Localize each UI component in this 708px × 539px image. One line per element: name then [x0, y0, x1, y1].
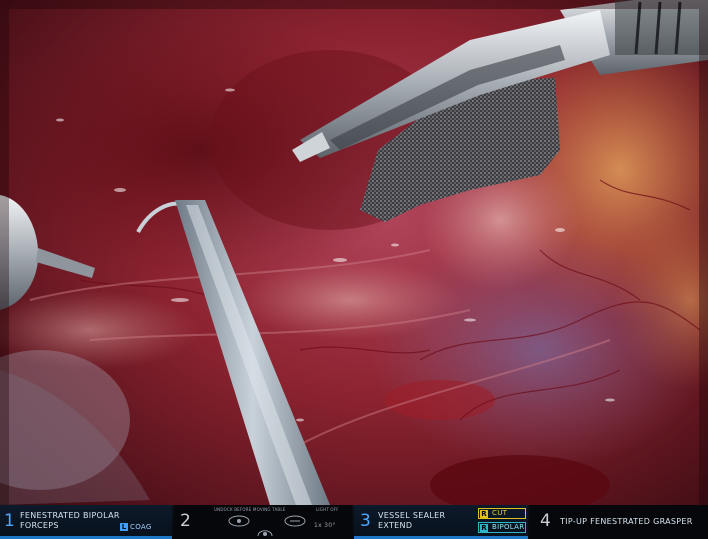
arm-4-instrument-label: TIP-UP FENESTRATED GRASPER: [560, 517, 693, 526]
surgical-scene: [0, 0, 708, 539]
instrument-status-bar: 1 FENESTRATED BIPOLAR FORCEPS L COAG 2 U…: [0, 505, 708, 539]
arm-3-instrument-line2: EXTEND: [378, 521, 413, 530]
arm-3-instrument-line1: VESSEL SEALER: [378, 511, 446, 520]
arm-1-number: 1: [4, 511, 15, 531]
arm-1-energy-key-icon: L: [120, 523, 128, 531]
camera-icon: [257, 530, 273, 537]
arm-3-bipolar-key-icon: R: [480, 524, 488, 532]
endoscope-view: 1 FENESTRATED BIPOLAR FORCEPS L COAG 2 U…: [0, 0, 708, 539]
arm-2-scope-angle: 1x 30°: [314, 522, 336, 529]
scope-orientation-icon: [228, 515, 250, 527]
arm-3-cut-mode: R CUT: [478, 508, 526, 519]
arm-4-slot[interactable]: 4 TIP-UP FENESTRATED GRASPER: [530, 505, 708, 539]
arm-1-instrument-line2: FORCEPS: [20, 521, 59, 530]
arm-2-slot[interactable]: 2 UNDOCK BEFORE MOVING TABLE LIGHT OFF 1…: [174, 505, 352, 539]
arm-3-cut-label: CUT: [492, 509, 508, 517]
scope-angle-icon: [284, 515, 306, 527]
arm-3-bipolar-mode: R BIPOLAR: [478, 522, 526, 533]
arm-2-light-note: LIGHT OFF: [316, 507, 339, 512]
arm-1-energy-mode: COAG: [130, 523, 152, 531]
arm-3-cut-key-icon: R: [480, 510, 488, 518]
arm-3-bipolar-label: BIPOLAR: [492, 523, 525, 531]
arm-3-slot[interactable]: 3 VESSEL SEALER EXTEND R CUT R BIPOLAR: [354, 505, 528, 539]
arm-2-undock-note: UNDOCK BEFORE MOVING TABLE: [214, 507, 286, 512]
arm-1-instrument-line1: FENESTRATED BIPOLAR: [20, 511, 120, 520]
arm-2-number: 2: [180, 511, 191, 531]
arm-4-number: 4: [540, 511, 551, 531]
arm-3-number: 3: [360, 511, 371, 531]
arm-1-slot[interactable]: 1 FENESTRATED BIPOLAR FORCEPS L COAG: [0, 505, 172, 539]
